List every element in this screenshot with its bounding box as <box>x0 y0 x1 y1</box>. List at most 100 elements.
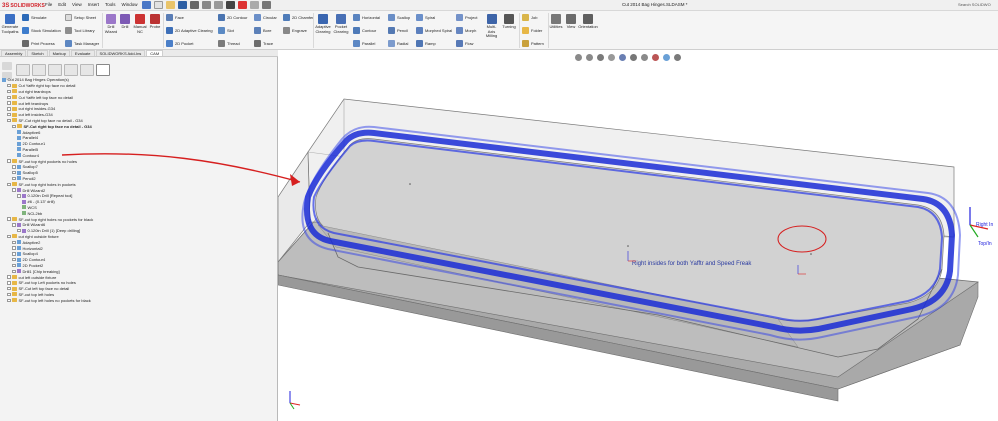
expand-toggle-icon[interactable] <box>12 165 16 169</box>
expand-toggle-icon[interactable] <box>12 124 16 129</box>
thread-button[interactable]: Thread <box>218 40 240 47</box>
expand-toggle-icon[interactable] <box>7 182 11 187</box>
expand-toggle-icon[interactable] <box>12 176 16 181</box>
print-icon[interactable] <box>190 1 199 9</box>
expand-toggle-icon[interactable] <box>12 269 16 274</box>
3d-model-scene[interactable]: Right insides for both Yafftr and Speed … <box>278 57 998 421</box>
expand-toggle-icon[interactable] <box>7 89 11 94</box>
tab-markup[interactable]: Markup <box>48 50 70 56</box>
pattern-button[interactable]: Pattern <box>522 40 544 47</box>
file-properties-icon[interactable] <box>250 1 259 9</box>
property-manager-tab-icon[interactable] <box>32 64 46 76</box>
menu-window[interactable]: Window <box>122 2 138 7</box>
pencil-button[interactable]: Pencil <box>388 27 408 34</box>
expand-toggle-icon[interactable] <box>7 83 11 88</box>
manual-nc-button[interactable]: Manual NC <box>133 14 147 34</box>
slot-button[interactable]: Slot <box>218 27 234 34</box>
open-folder-icon[interactable] <box>166 1 175 9</box>
2d-pocket-button[interactable]: 2D Pocket <box>166 40 193 47</box>
expand-toggle-icon[interactable] <box>7 107 11 111</box>
parallel-button[interactable]: Parallel <box>353 40 375 47</box>
expand-toggle-icon[interactable] <box>7 112 11 117</box>
expand-toggle-icon[interactable] <box>7 217 11 221</box>
2d-adaptive-button[interactable]: 2D Adaptive Clearing <box>166 27 213 34</box>
expand-toggle-icon[interactable] <box>12 188 16 192</box>
spiral-button[interactable]: Spiral <box>416 14 435 21</box>
print-process-button[interactable]: Print Process <box>22 40 55 47</box>
ramp-button[interactable]: Ramp <box>416 40 436 47</box>
bore-button[interactable]: Bore <box>254 27 271 34</box>
menu-tools[interactable]: Tools <box>105 2 116 7</box>
expand-toggle-icon[interactable] <box>12 252 16 256</box>
expand-toggle-icon[interactable] <box>7 298 11 303</box>
trace-button[interactable]: Trace <box>254 40 273 47</box>
tree-folder[interactable]: SF-cut top left holes no pockets for bla… <box>7 297 91 303</box>
expand-toggle-icon[interactable] <box>7 118 11 123</box>
home-icon[interactable] <box>142 1 151 9</box>
options-gear-icon[interactable] <box>262 1 271 9</box>
face-button[interactable]: Face <box>166 14 184 21</box>
search-input[interactable]: Search SOLIDWO <box>958 2 996 9</box>
expand-toggle-icon[interactable] <box>17 228 21 233</box>
redo-icon[interactable] <box>214 1 223 9</box>
scallop-button[interactable]: Scallop <box>388 14 410 21</box>
expand-toggle-icon[interactable] <box>12 257 16 262</box>
expand-toggle-icon[interactable] <box>12 240 16 245</box>
new-document-icon[interactable] <box>154 1 163 9</box>
expand-toggle-icon[interactable] <box>17 194 21 198</box>
expand-toggle-icon[interactable] <box>7 292 11 297</box>
contour-button[interactable]: Contour <box>353 27 376 34</box>
cam-tree-tab-icon[interactable] <box>96 64 110 76</box>
task-manager-button[interactable]: Task Manager <box>65 40 99 47</box>
orientation-button[interactable]: Orientation <box>578 14 598 30</box>
undo-icon[interactable] <box>202 1 211 9</box>
tab-sketch[interactable]: Sketch <box>27 50 48 56</box>
graphics-viewport[interactable]: Right insides for both Yafftr and Speed … <box>278 54 998 421</box>
morph-button[interactable]: Morph <box>456 27 476 34</box>
expand-toggle-icon[interactable] <box>12 263 16 268</box>
morphed-spiral-button[interactable]: Morphed Spiral <box>416 27 452 34</box>
select-arrow-icon[interactable] <box>226 1 235 9</box>
expand-toggle-icon[interactable] <box>12 223 16 227</box>
utilities-button[interactable]: Utilities <box>549 14 563 30</box>
tab-cam[interactable]: CAM <box>146 50 164 56</box>
expand-toggle-icon[interactable] <box>12 246 16 250</box>
expand-toggle-icon[interactable] <box>7 281 11 285</box>
expand-toggle-icon[interactable] <box>12 170 16 175</box>
menu-edit[interactable]: Edit <box>58 2 66 7</box>
expand-toggle-icon[interactable] <box>7 159 11 163</box>
2d-contour-button[interactable]: 2D Contour <box>218 14 247 21</box>
setup-sheet-button[interactable]: Setup Sheet <box>65 14 96 21</box>
expand-toggle-icon[interactable] <box>7 234 11 239</box>
feature-manager-tab-icon[interactable] <box>16 64 30 76</box>
save-icon[interactable] <box>178 1 187 9</box>
expand-toggle-icon[interactable] <box>7 275 11 279</box>
flow-button[interactable]: Flow <box>456 40 473 47</box>
generate-toolpaths-button[interactable]: Generate Toolpaths <box>1 14 19 34</box>
simulate-button[interactable]: Simulate <box>22 14 47 21</box>
2d-chamfer-button[interactable]: 2D Chamfer <box>283 14 314 21</box>
drill-button[interactable]: Drill <box>119 14 131 30</box>
menu-file[interactable]: File <box>45 2 52 7</box>
drill-wizard-button[interactable]: Drill Wizard <box>104 14 118 34</box>
horizontal-button[interactable]: Horizontal <box>353 14 380 21</box>
menu-insert[interactable]: Insert <box>88 2 99 7</box>
tab-solidworks-addins[interactable]: SOLIDWORKS Add-Ins <box>95 50 146 56</box>
tool-library-button[interactable]: Tool Library <box>65 27 95 34</box>
menu-view[interactable]: View <box>72 2 82 7</box>
circular-button[interactable]: Circular <box>254 14 277 21</box>
expand-toggle-icon[interactable] <box>7 95 11 100</box>
expand-toggle-icon[interactable] <box>7 101 11 105</box>
radial-button[interactable]: Radial <box>388 40 408 47</box>
engrave-button[interactable]: Engrave <box>283 27 307 34</box>
job-button[interactable]: Job <box>522 14 537 21</box>
solidworks-logo[interactable]: 3S SOLIDWORKS <box>2 1 45 10</box>
adaptive-clearing-button[interactable]: Adaptive Clearing <box>315 14 331 34</box>
view-button[interactable]: View <box>565 14 577 30</box>
turning-button[interactable]: Turning <box>501 14 517 30</box>
rebuild-icon[interactable] <box>238 1 247 9</box>
collapse-panel-icon[interactable] <box>2 62 12 70</box>
multi-axis-milling-button[interactable]: Multi-Axis Milling <box>483 14 500 39</box>
dimxpert-tab-icon[interactable] <box>64 64 78 76</box>
pocket-clearing-button[interactable]: Pocket Clearing <box>333 14 349 34</box>
